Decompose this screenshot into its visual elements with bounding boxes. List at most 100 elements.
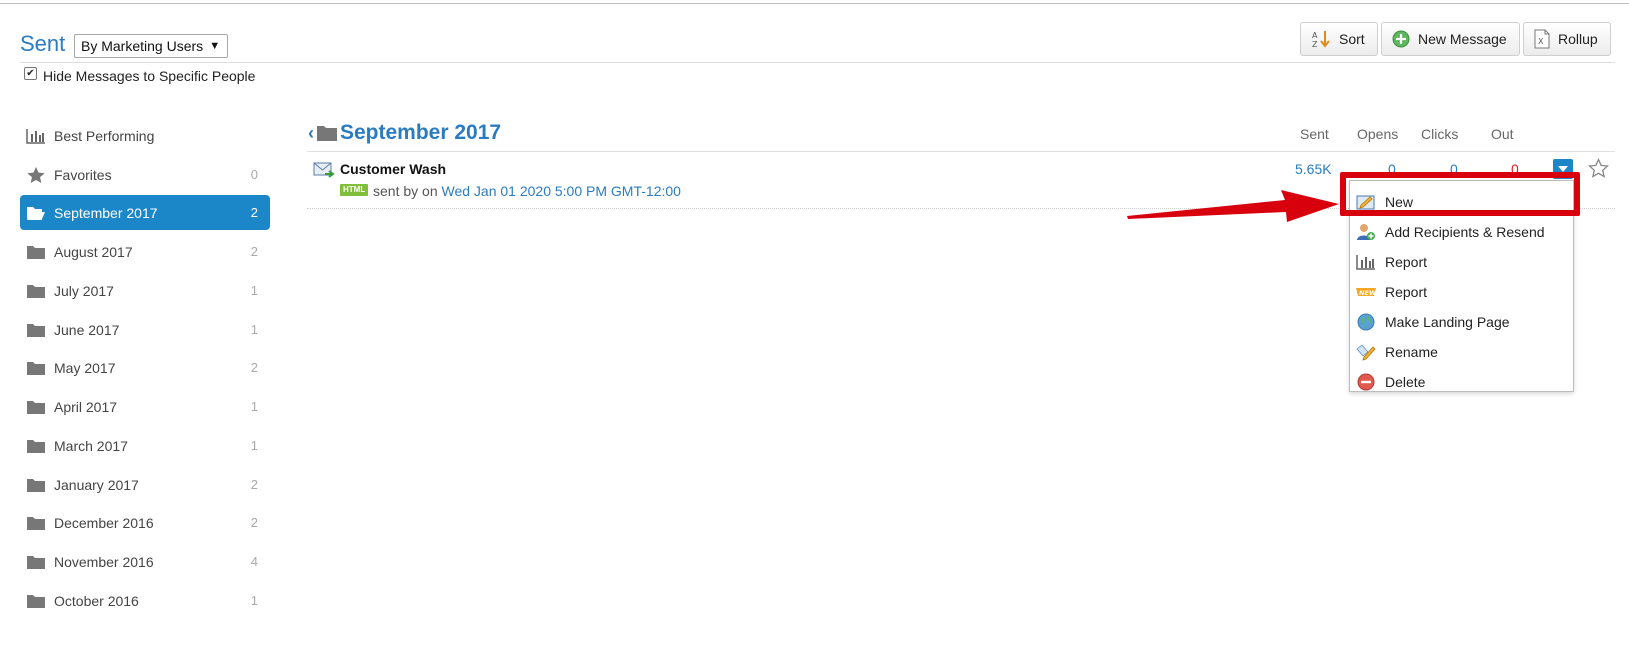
message-meta: sent by on Wed Jan 01 2020 5:00 PM GMT-1… xyxy=(373,183,681,199)
folder-icon xyxy=(26,477,46,493)
bar-chart-icon xyxy=(1355,253,1377,271)
folder-icon xyxy=(26,593,46,609)
bar-chart-icon xyxy=(26,128,46,144)
star-icon xyxy=(26,166,46,183)
folder-icon xyxy=(26,360,46,376)
menu-item-label: Report xyxy=(1385,284,1428,300)
svg-text:A: A xyxy=(1312,31,1318,40)
column-header-opens[interactable]: Opens xyxy=(1357,126,1398,142)
view-select[interactable]: By Marketing Users ▼ xyxy=(74,34,229,58)
folder-icon xyxy=(26,554,46,570)
sidebar-item-july-2017[interactable]: July 2017 1 xyxy=(20,273,270,308)
menu-item-label: Report xyxy=(1385,254,1428,270)
folder-icon xyxy=(26,322,46,338)
menu-item-label: Delete xyxy=(1385,374,1426,390)
menu-item-add-recipients-resend[interactable]: Add Recipients & Resend xyxy=(1350,217,1573,247)
excel-file-icon: X xyxy=(1534,29,1550,49)
sent-by-label: sent by on xyxy=(373,183,438,199)
folder-icon xyxy=(317,126,337,141)
favorite-star-icon[interactable] xyxy=(1588,158,1609,178)
folder-heading: ‹ September 2017 xyxy=(308,121,501,145)
sort-az-icon: A Z xyxy=(1312,31,1330,49)
menu-item-label: Add Recipients & Resend xyxy=(1385,224,1545,240)
sidebar-item-label: April 2017 xyxy=(54,398,118,415)
sidebar-item-label: August 2017 xyxy=(54,243,133,260)
html-badge: HTML xyxy=(340,184,369,196)
folder-icon xyxy=(26,244,46,260)
svg-text:Z: Z xyxy=(1312,40,1318,49)
menu-item-report-new[interactable]: NEW Report xyxy=(1350,277,1573,307)
sidebar-item-best-performing[interactable]: Best Performing xyxy=(20,118,270,153)
sidebar-item-label: June 2017 xyxy=(54,321,120,338)
svg-text:NEW: NEW xyxy=(1359,289,1377,297)
hide-specific-people-label: Hide Messages to Specific People xyxy=(43,68,256,84)
sidebar-item-count: 2 xyxy=(250,244,258,259)
column-header-sent[interactable]: Sent xyxy=(1300,126,1329,142)
sidebar-item-august-2017[interactable]: August 2017 2 xyxy=(20,234,270,269)
sent-date-link[interactable]: Wed Jan 01 2020 5:00 PM GMT-12:00 xyxy=(442,183,681,199)
back-chevron-icon[interactable]: ‹ xyxy=(308,123,314,144)
sidebar-item-label: March 2017 xyxy=(54,437,128,454)
sidebar-item-september-2017[interactable]: September 2017 2 xyxy=(20,195,270,230)
hide-specific-people-checkbox[interactable]: ✔ xyxy=(24,66,37,80)
email-sent-icon xyxy=(313,162,335,178)
sidebar-item-count: 1 xyxy=(250,438,258,453)
svg-text:X: X xyxy=(1538,37,1544,46)
sort-button[interactable]: A Z Sort xyxy=(1300,22,1378,56)
sent-count[interactable]: 5.65K xyxy=(1295,161,1332,177)
folder-open-icon xyxy=(26,205,46,221)
sidebar-item-count: 0 xyxy=(250,167,258,182)
menu-item-delete[interactable]: Delete xyxy=(1350,367,1573,397)
sidebar-item-label: November 2016 xyxy=(54,553,154,570)
sidebar-item-june-2017[interactable]: June 2017 1 xyxy=(20,312,270,347)
new-badge-icon: NEW xyxy=(1355,283,1377,301)
sidebar-item-label: October 2016 xyxy=(54,592,139,609)
delete-icon xyxy=(1355,373,1377,391)
menu-item-label: Rename xyxy=(1385,344,1438,360)
sidebar-item-may-2017[interactable]: May 2017 2 xyxy=(20,350,270,385)
view-select-value: By Marketing Users xyxy=(81,38,204,54)
sidebar-item-count: 1 xyxy=(250,322,258,337)
new-message-button-label: New Message xyxy=(1418,31,1507,47)
sidebar-item-march-2017[interactable]: March 2017 1 xyxy=(20,428,270,463)
sidebar-item-october-2016[interactable]: October 2016 1 xyxy=(20,583,270,618)
sidebar-item-label: July 2017 xyxy=(54,282,114,299)
sidebar-item-favorites[interactable]: Favorites 0 xyxy=(20,157,270,192)
rollup-button-label: Rollup xyxy=(1558,31,1598,47)
sidebar-item-count: 1 xyxy=(250,399,258,414)
hide-specific-people-toggle[interactable]: ✔ Hide Messages to Specific People xyxy=(24,66,256,84)
message-name[interactable]: Customer Wash xyxy=(340,161,446,177)
sidebar-item-april-2017[interactable]: April 2017 1 xyxy=(20,389,270,424)
sidebar-item-december-2016[interactable]: December 2016 2 xyxy=(20,505,270,540)
sidebar-item-label: Best Performing xyxy=(54,127,155,144)
add-user-icon xyxy=(1355,223,1377,241)
sidebar-item-count: 1 xyxy=(250,283,258,298)
menu-item-label: Make Landing Page xyxy=(1385,314,1510,330)
sidebar-item-label: May 2017 xyxy=(54,359,116,376)
rollup-button[interactable]: X Rollup xyxy=(1523,22,1611,56)
menu-item-report[interactable]: Report xyxy=(1350,247,1573,277)
folder-icon xyxy=(26,399,46,415)
column-header-clicks[interactable]: Clicks xyxy=(1421,126,1458,142)
menu-item-rename[interactable]: Rename xyxy=(1350,337,1573,367)
sidebar-item-label: January 2017 xyxy=(54,476,139,493)
globe-icon xyxy=(1355,313,1377,331)
sidebar-item-november-2016[interactable]: November 2016 4 xyxy=(20,544,270,579)
column-header-out[interactable]: Out xyxy=(1491,126,1514,142)
header-divider xyxy=(20,62,1615,63)
annotation-highlight-box xyxy=(1340,172,1580,216)
folder-icon xyxy=(26,515,46,531)
menu-item-make-landing-page[interactable]: Make Landing Page xyxy=(1350,307,1573,337)
column-header-divider xyxy=(307,151,1615,152)
chevron-down-icon: ▼ xyxy=(209,40,221,52)
sidebar-item-count: 4 xyxy=(250,554,258,569)
new-message-button[interactable]: New Message xyxy=(1381,22,1520,56)
sidebar-item-label: December 2016 xyxy=(54,514,154,531)
pencil-icon xyxy=(1355,343,1377,361)
sidebar-item-count: 2 xyxy=(250,515,258,530)
sidebar-item-label: Favorites xyxy=(54,166,112,183)
top-border xyxy=(0,3,1629,4)
sidebar-item-january-2017[interactable]: January 2017 2 xyxy=(20,467,270,502)
sidebar-item-count: 2 xyxy=(250,360,258,375)
annotation-arrow-icon xyxy=(1127,190,1339,222)
